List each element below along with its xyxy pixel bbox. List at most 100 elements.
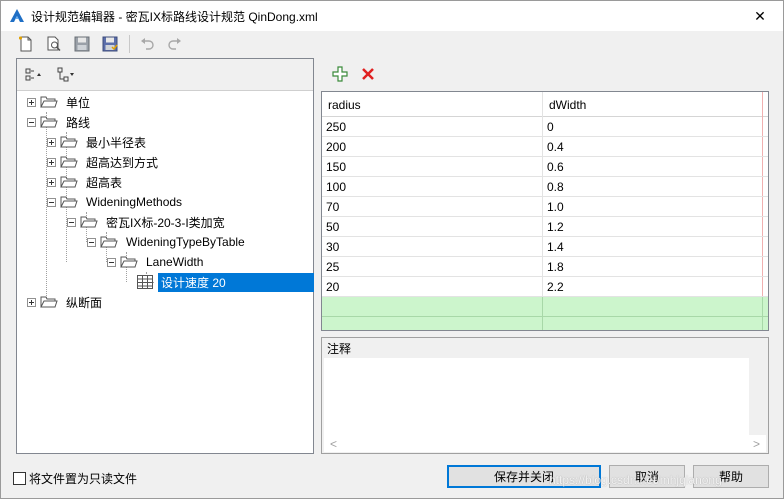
scroll-right-arrow[interactable]: > [753, 437, 760, 451]
tree-node-min-radius[interactable]: 最小半径表 [47, 132, 149, 152]
table-row[interactable]: 100 0.8 [322, 177, 768, 197]
new-row-cell[interactable] [322, 317, 543, 330]
table-row[interactable]: 70 1.0 [322, 197, 768, 217]
dwidth-cell[interactable]: 1.2 [543, 217, 763, 236]
help-button[interactable]: 帮助 [693, 465, 769, 488]
tree-node-widening-type-by-table[interactable]: WideningTypeByTable [87, 232, 248, 252]
window-title: 设计规范编辑器 - 密瓦IX标路线设计规范 QinDong.xml [31, 9, 318, 24]
radius-cell[interactable]: 25 [322, 257, 543, 276]
collapse-toggle[interactable] [67, 217, 76, 227]
tree-node-label: 路线 [66, 115, 91, 130]
radius-cell[interactable]: 20 [322, 277, 543, 296]
note-label: 注释 [327, 342, 352, 356]
new-row[interactable] [322, 297, 768, 317]
table-row[interactable]: 200 0.4 [322, 137, 768, 157]
dwidth-cell[interactable]: 1.0 [543, 197, 763, 216]
sort-ascending-button[interactable] [25, 67, 43, 83]
collapse-toggle[interactable] [107, 257, 116, 267]
expand-toggle[interactable] [47, 177, 56, 187]
expand-toggle[interactable] [47, 137, 56, 147]
radius-cell[interactable]: 50 [322, 217, 543, 236]
expand-toggle[interactable] [47, 157, 56, 167]
dwidth-cell[interactable]: 0 [543, 117, 763, 136]
tree-toolbar [17, 59, 313, 91]
tree-node-route[interactable]: 路线 [27, 112, 93, 132]
expand-toggle[interactable] [27, 97, 36, 107]
expand-toggle[interactable] [27, 297, 36, 307]
column-header-radius[interactable]: radius [322, 92, 543, 117]
folder-icon [40, 295, 58, 309]
dwidth-cell[interactable]: 0.8 [543, 177, 763, 196]
table-icon [137, 275, 153, 289]
folder-icon [60, 155, 78, 169]
undo-icon[interactable] [136, 33, 158, 55]
horizontal-scrollbar[interactable]: < > [324, 435, 766, 452]
redo-icon[interactable] [164, 33, 186, 55]
tree-node-label: LaneWidth [146, 255, 204, 269]
radius-cell[interactable]: 30 [322, 237, 543, 256]
new-row-cell[interactable] [543, 317, 763, 330]
dwidth-cell[interactable]: 2.2 [543, 277, 763, 296]
folder-icon [40, 95, 58, 109]
tree-node-design-speed[interactable]: 设计速度 20 [137, 272, 314, 292]
new-row[interactable] [322, 317, 768, 330]
toolbar-separator [129, 35, 130, 53]
add-row-icon[interactable] [329, 63, 351, 85]
new-row-cell[interactable] [322, 297, 543, 316]
note-section: 注释 < > [321, 337, 769, 454]
folder-icon [60, 135, 78, 149]
dwidth-cell[interactable]: 0.6 [543, 157, 763, 176]
tree-node-superelevation-table[interactable]: 超高表 [47, 172, 125, 192]
table-row[interactable]: 25 1.8 [322, 257, 768, 277]
folder-icon [60, 175, 78, 189]
collapse-toggle[interactable] [47, 197, 56, 207]
save-and-close-button[interactable]: 保存并关闭 [447, 465, 601, 488]
table-row[interactable]: 250 0 [322, 117, 768, 137]
dwidth-cell[interactable]: 1.4 [543, 237, 763, 256]
collapse-toggle[interactable] [87, 237, 96, 247]
folder-open-icon [100, 235, 118, 249]
tree-node-label: 最小半径表 [86, 135, 147, 150]
tree-node-widening-methods[interactable]: WideningMethods [47, 192, 185, 212]
sort-options-button[interactable] [57, 67, 77, 83]
main-toolbar [1, 31, 783, 57]
column-header-dwidth[interactable]: dWidth [543, 92, 763, 117]
tree-node-label: 超高表 [86, 175, 123, 190]
radius-cell[interactable]: 150 [322, 157, 543, 176]
folder-open-icon [80, 215, 98, 229]
note-textarea[interactable]: < > [324, 358, 766, 452]
tree-node-lane-width[interactable]: LaneWidth [107, 252, 206, 272]
radius-cell[interactable]: 100 [322, 177, 543, 196]
table-row[interactable]: 20 2.2 [322, 277, 768, 297]
radius-cell[interactable]: 200 [322, 137, 543, 156]
table-row[interactable]: 50 1.2 [322, 217, 768, 237]
tree-node-label: 超高达到方式 [86, 155, 159, 170]
radius-cell[interactable]: 70 [322, 197, 543, 216]
app-logo-icon [9, 8, 25, 24]
cancel-button[interactable]: 取消 [609, 465, 685, 488]
checkbox-box[interactable] [13, 472, 26, 485]
delete-row-icon[interactable] [357, 63, 379, 85]
dwidth-cell[interactable]: 0.4 [543, 137, 763, 156]
save-icon[interactable] [71, 33, 93, 55]
close-window-button[interactable]: ✕ [737, 1, 783, 31]
collapse-toggle[interactable] [27, 117, 36, 127]
tree-node-label: 纵断面 [66, 295, 103, 310]
tree-panel: 单位 路线 最小半径表 超高达到方式 超高表 WideningMethods 密… [16, 58, 314, 454]
open-preview-icon[interactable] [43, 33, 65, 55]
dialog-window: 设计规范编辑器 - 密瓦IX标路线设计规范 QinDong.xml ✕ 单位 路… [0, 0, 784, 499]
readonly-checkbox[interactable]: 将文件置为只读文件 [13, 470, 137, 487]
tree-node-units[interactable]: 单位 [27, 92, 93, 112]
tree-node-superelevation-method[interactable]: 超高达到方式 [47, 152, 161, 172]
radius-cell[interactable]: 250 [322, 117, 543, 136]
tree-node-widening-class[interactable]: 密瓦IX标-20-3-I类加宽 [67, 212, 228, 232]
dwidth-cell[interactable]: 1.8 [543, 257, 763, 276]
vertical-scrollbar[interactable] [749, 358, 766, 435]
tree-node-profile[interactable]: 纵断面 [27, 292, 105, 312]
scroll-left-arrow[interactable]: < [330, 437, 337, 451]
table-row[interactable]: 150 0.6 [322, 157, 768, 177]
table-row[interactable]: 30 1.4 [322, 237, 768, 257]
new-row-cell[interactable] [543, 297, 763, 316]
new-file-icon[interactable] [15, 33, 37, 55]
save-all-icon[interactable] [99, 33, 121, 55]
